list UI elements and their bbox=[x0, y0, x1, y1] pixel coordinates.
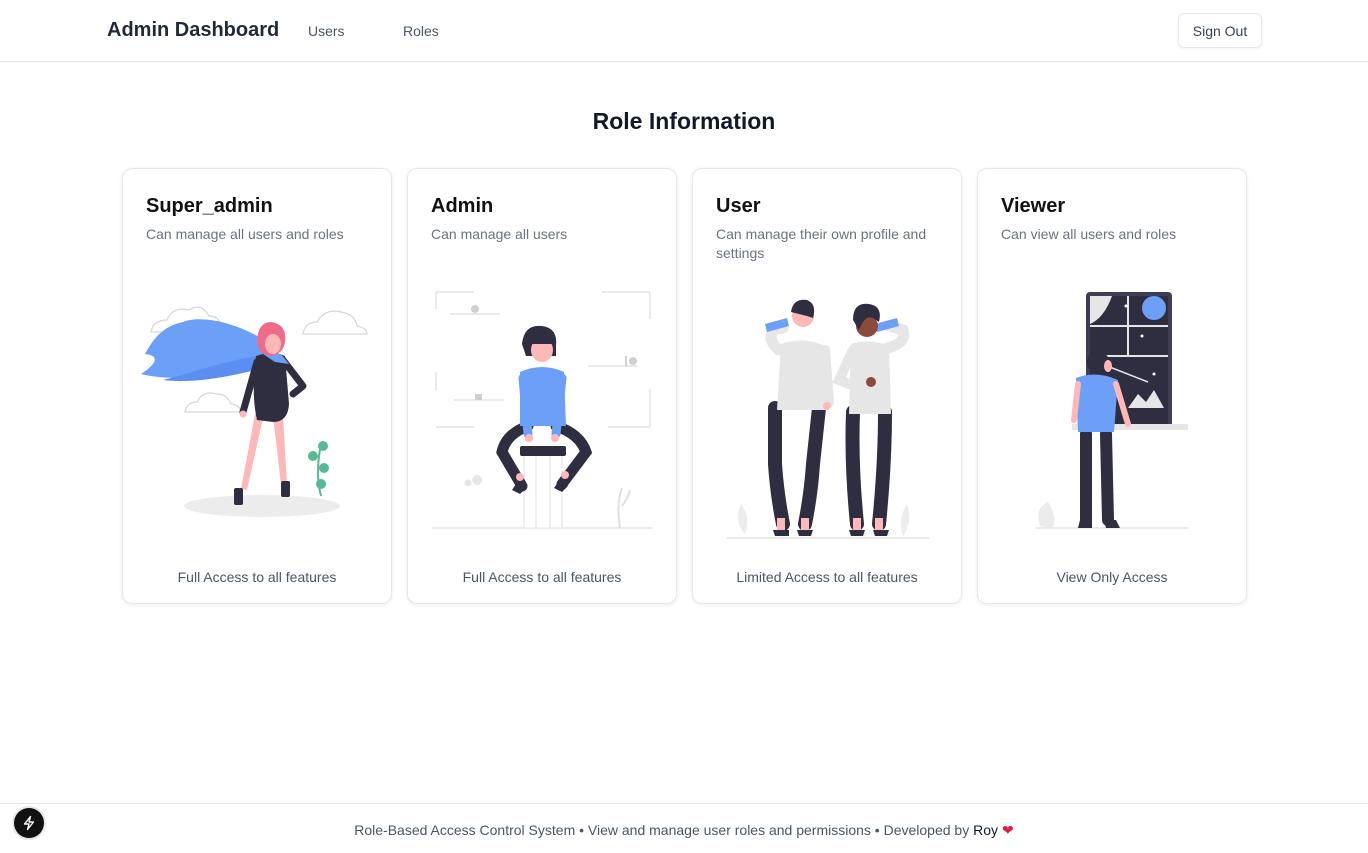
lightning-icon-glyph bbox=[23, 815, 35, 831]
role-description: Can manage all users bbox=[431, 226, 568, 242]
role-title: Admin bbox=[431, 195, 494, 217]
role-access: Limited Access to all features bbox=[736, 569, 918, 585]
role-title: Viewer bbox=[1001, 195, 1066, 217]
role-access: Full Access to all features bbox=[177, 569, 337, 585]
sign-out-button[interactable]: Sign Out bbox=[1178, 13, 1262, 48]
role-title: Super_admin bbox=[146, 195, 273, 217]
lightning-icon[interactable] bbox=[14, 808, 44, 838]
top-navbar: Admin Dashboard Users Roles Sign Out bbox=[0, 0, 1368, 62]
role-description: Can manage their own profile and setting… bbox=[716, 226, 927, 261]
role-title: User bbox=[716, 195, 761, 217]
nav-link-roles[interactable]: Roles bbox=[403, 23, 439, 39]
woman-on-stool-illustration bbox=[432, 291, 652, 529]
heart-icon: ❤ bbox=[1002, 822, 1014, 838]
role-card-admin: Admin Can manage all users Full Access t… bbox=[407, 168, 677, 604]
page-footer: Role-Based Access Control System • View … bbox=[0, 803, 1368, 853]
role-description: Can view all users and roles bbox=[1001, 226, 1177, 242]
nav-link-users[interactable]: Users bbox=[308, 23, 345, 39]
two-people-drinking-illustration bbox=[727, 299, 929, 539]
footer-text-line: Role-Based Access Control System • View … bbox=[0, 822, 1368, 839]
role-access: View Only Access bbox=[1056, 569, 1168, 585]
role-description: Can manage all users and roles bbox=[146, 226, 344, 242]
man-at-window-illustration bbox=[1036, 292, 1188, 529]
role-card-viewer: Viewer Can view all users and roles View… bbox=[977, 168, 1247, 604]
footer-text: Role-Based Access Control System • View … bbox=[354, 822, 974, 838]
page-title: Role Information bbox=[592, 108, 776, 134]
role-access: Full Access to all features bbox=[462, 569, 622, 585]
superhero-woman-illustration bbox=[141, 306, 368, 517]
role-card-super-admin: Super_admin Can manage all users and rol… bbox=[122, 168, 392, 604]
role-card-user: User Can manage their own profile and se… bbox=[692, 168, 962, 604]
developer-name[interactable]: Roy bbox=[973, 822, 998, 838]
brand-title[interactable]: Admin Dashboard bbox=[107, 19, 279, 42]
